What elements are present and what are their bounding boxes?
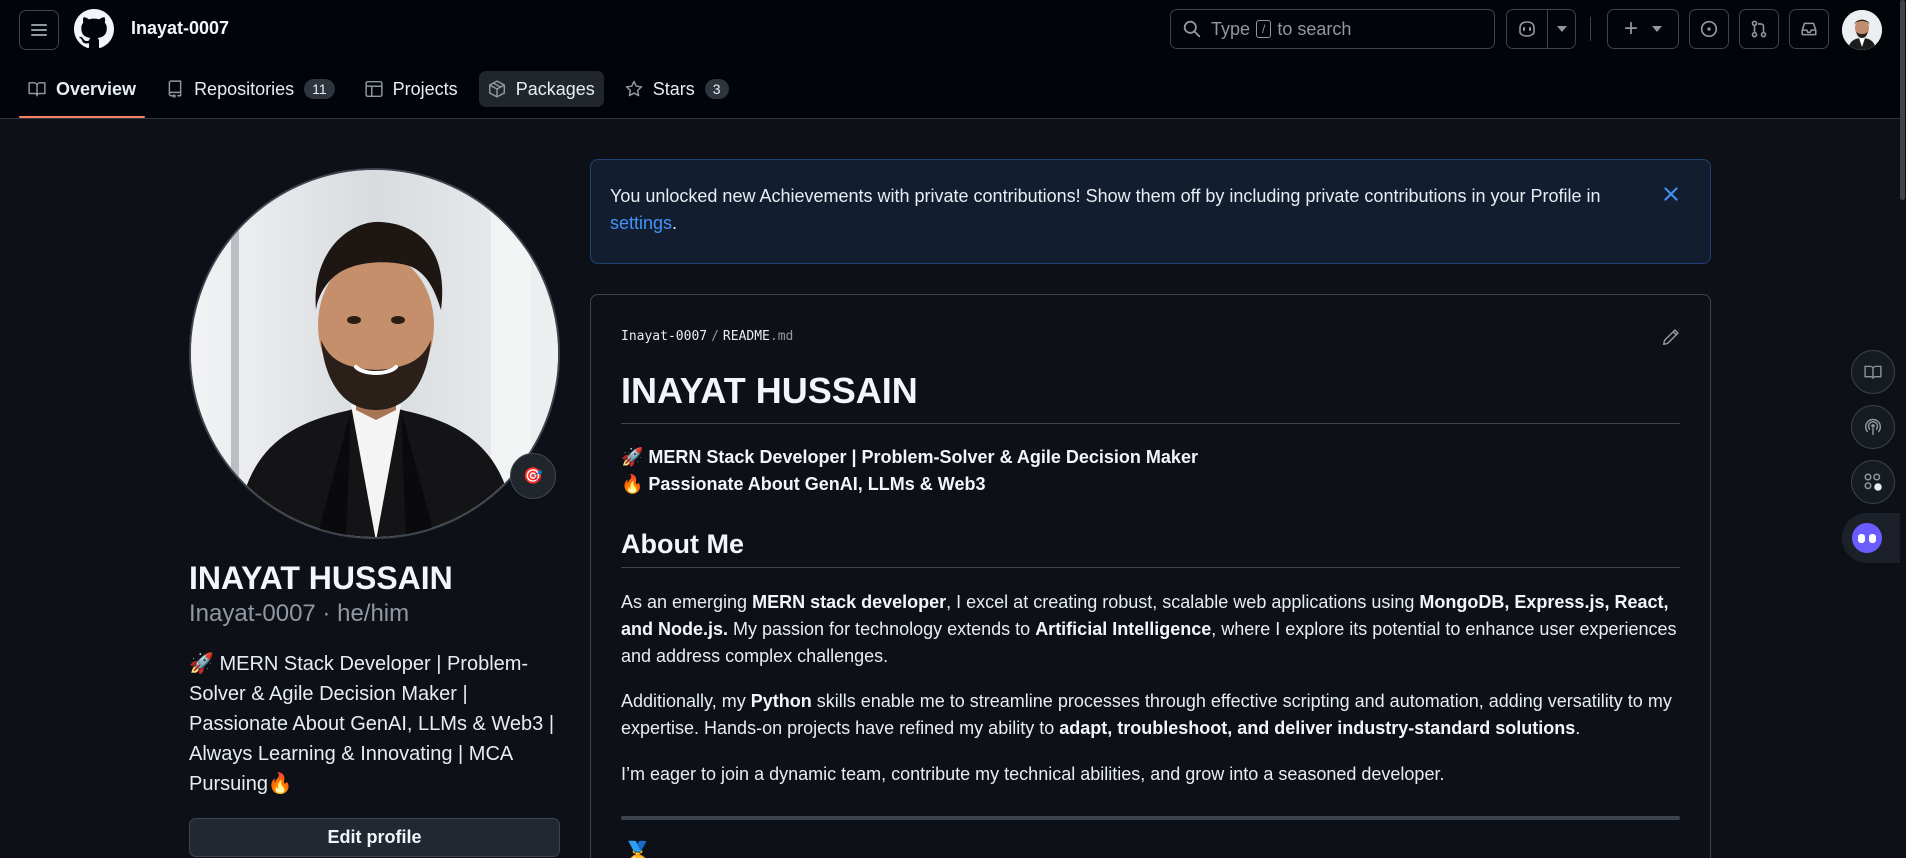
create-new-button[interactable]: + [1607, 9, 1679, 49]
readme-tagline-2: 🔥 Passionate About GenAI, LLMs & Web3 [621, 474, 986, 494]
profile-photo-image [191, 170, 558, 537]
copilot-icon [1519, 21, 1535, 37]
robot-icon [1852, 523, 1882, 553]
search-icon [1183, 20, 1201, 38]
tab-packages-label: Packages [515, 78, 595, 99]
about-paragraph-3: I’m eager to join a dynamic team, contri… [621, 764, 1445, 784]
search-placeholder-prefix: Type [1211, 18, 1251, 39]
global-header: Inayat-0007 Type / to search + Overview … [0, 0, 1906, 119]
readme-divider [621, 423, 1680, 424]
issue-opened-icon [1700, 20, 1718, 38]
readme-file-name[interactable]: README [723, 329, 770, 344]
p1-bold-3: Artificial Intelligence [1035, 619, 1212, 639]
inbox-icon [1801, 22, 1817, 36]
tab-projects-label: Projects [392, 78, 458, 99]
profile-login-pronouns: Inayat-0007 · he/him [189, 600, 410, 627]
about-paragraph-1: As an emerging MERN stack developer, I e… [621, 589, 1680, 670]
tab-projects[interactable]: Projects [356, 71, 467, 107]
star-icon [625, 80, 642, 97]
status-emoji: 🎯 [523, 468, 543, 485]
tab-overview[interactable]: Overview [19, 71, 146, 118]
flash-settings-link[interactable]: settings [610, 213, 672, 233]
tab-packages[interactable]: Packages [478, 71, 604, 107]
flash-tail: . [672, 213, 678, 233]
git-pull-request-icon [1751, 20, 1767, 38]
profile-bio: 🚀 MERN Stack Developer | Problem-Solver … [189, 653, 555, 795]
plus-icon: + [1623, 15, 1638, 42]
copilot-button[interactable] [1506, 9, 1576, 49]
profile-full-name: INAYAT HUSSAIN [189, 560, 453, 596]
avatar-image-icon [1842, 10, 1882, 50]
p2-text-3: . [1575, 718, 1581, 738]
repo-icon [168, 80, 182, 98]
readme-title: INAYAT HUSSAIN [621, 370, 918, 411]
stars-count-badge: 3 [704, 79, 729, 99]
search-placeholder-suffix: to search [1277, 18, 1352, 39]
readme-tagline-1: 🚀 MERN Stack Developer | Problem-Solver … [621, 447, 1198, 467]
page-scrollbar-thumb[interactable] [1900, 0, 1905, 200]
section-rule [621, 816, 1680, 820]
about-paragraph-2: Additionally, my Python skills enable me… [621, 688, 1680, 742]
search-input[interactable]: Type / to search [1170, 9, 1495, 49]
p2-bold-2: adapt, troubleshoot, and deliver industr… [1059, 718, 1576, 738]
search-shortcut-key: / [1256, 20, 1272, 38]
repositories-count-badge: 11 [304, 79, 335, 99]
open-book-icon [1864, 365, 1882, 379]
header-divider [1590, 17, 1591, 41]
p1-text-2: , I excel at creating robust, scalable w… [946, 592, 1420, 612]
hamburger-icon [31, 24, 47, 36]
inbox-button[interactable] [1789, 9, 1829, 49]
apps-github-icon [1864, 473, 1882, 491]
achievements-flash-banner: You unlocked new Achievements with priva… [590, 159, 1711, 264]
apps-tool-button[interactable] [1851, 460, 1895, 504]
pull-requests-button[interactable] [1739, 9, 1779, 49]
tab-stars-label: Stars [652, 78, 695, 99]
about-divider [621, 567, 1680, 568]
p1-bold-1: MERN stack developer [752, 592, 947, 612]
set-status-button[interactable]: 🎯 [510, 453, 556, 499]
broadcast-tool-button[interactable] [1851, 405, 1895, 449]
tab-repositories[interactable]: Repositories 11 [157, 71, 344, 107]
p1-text-3: My passion for technology extends to [728, 619, 1036, 639]
profile-tab-nav: Overview Repositories 11 Projects Packag… [19, 71, 750, 118]
readme-file-ext: .md [769, 329, 794, 344]
chevron-down-icon [1556, 26, 1567, 32]
edit-profile-button[interactable]: Edit profile [189, 818, 560, 857]
profile-readme-card: Inayat-0007 / README.md INAYAT HUSSAIN 🚀 M… [590, 294, 1711, 858]
pencil-icon[interactable] [1662, 328, 1680, 346]
github-logo-icon[interactable] [74, 9, 114, 49]
user-avatar-menu[interactable] [1842, 10, 1882, 50]
next-section-heading-emoji: 🏅 [621, 841, 655, 858]
about-heading: About Me [621, 529, 744, 559]
p2-text-1: Additionally, my [621, 691, 751, 711]
broadcast-icon [1864, 418, 1882, 435]
reader-tool-button[interactable] [1851, 350, 1895, 394]
readme-owner-link[interactable]: Inayat-0007 [621, 329, 707, 344]
tab-stars[interactable]: Stars 3 [616, 71, 738, 107]
path-separator: / [711, 329, 719, 344]
close-icon[interactable] [1661, 184, 1681, 204]
flash-message: You unlocked new Achievements with priva… [610, 186, 1601, 206]
profile-avatar[interactable] [189, 168, 560, 539]
context-username[interactable]: Inayat-0007 [131, 18, 229, 39]
assistant-bot-button[interactable] [1842, 513, 1906, 563]
tab-repositories-label: Repositories [194, 78, 295, 99]
p1-text-1: As an emerging [621, 592, 753, 612]
menu-button[interactable] [19, 10, 59, 50]
p2-bold-1: Python [750, 691, 812, 711]
issues-button[interactable] [1689, 9, 1729, 49]
chevron-down-icon [1652, 26, 1662, 32]
readme-path: Inayat-0007 / README.md [621, 329, 793, 344]
book-icon [28, 82, 46, 97]
table-icon [365, 80, 383, 98]
tab-overview-label: Overview [56, 78, 137, 99]
package-icon [488, 80, 505, 98]
